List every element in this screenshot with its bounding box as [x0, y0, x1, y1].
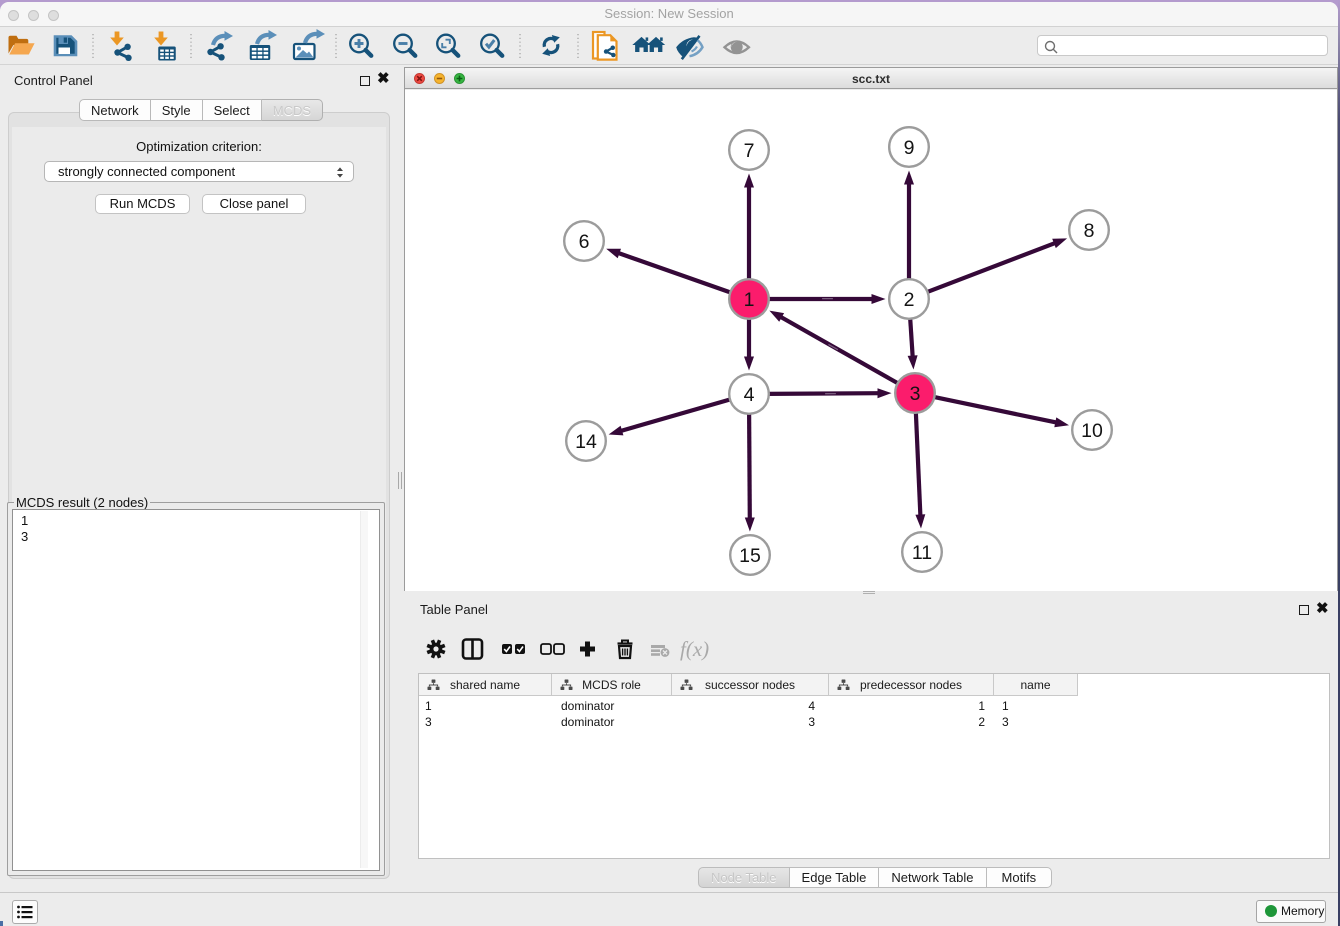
svg-text:9: 9	[904, 137, 915, 159]
svg-text:f(x): f(x)	[680, 637, 709, 661]
svg-text:1: 1	[744, 289, 755, 311]
svg-text:2: 2	[904, 289, 915, 311]
svg-text:4: 4	[744, 384, 755, 406]
svg-text:3: 3	[910, 383, 921, 405]
svg-text:11: 11	[912, 542, 932, 564]
svg-text:15: 15	[739, 545, 761, 567]
svg-text:10: 10	[1081, 420, 1103, 442]
svg-text:8: 8	[1084, 220, 1095, 242]
svg-text:7: 7	[744, 140, 755, 162]
svg-text:6: 6	[579, 231, 590, 253]
svg-text:14: 14	[575, 431, 597, 453]
